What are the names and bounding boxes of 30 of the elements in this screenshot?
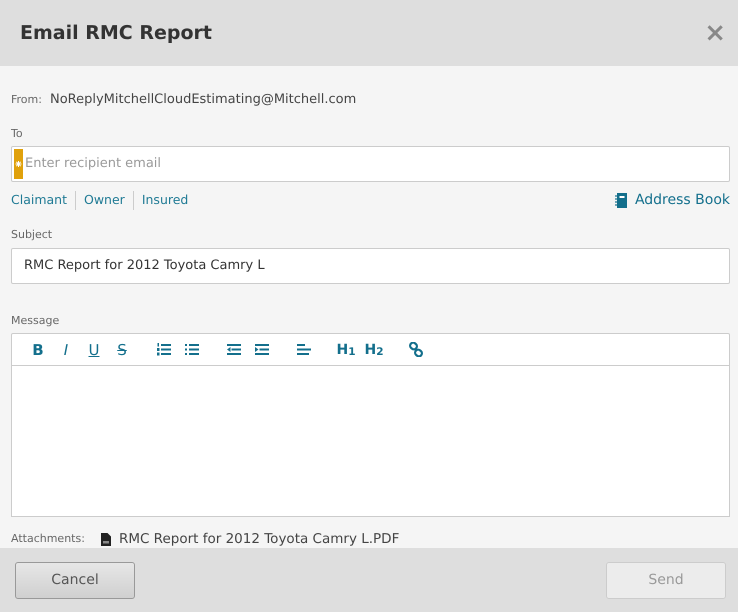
subject-field[interactable]: RMC Report for 2012 Toyota Camry L [12,248,729,282]
bold-button[interactable]: B [24,338,52,360]
to-label: To [11,126,24,142]
recipient-input[interactable]: Enter recipient email [23,154,729,174]
from-address: NoReplyMitchellCloudEstimating@Mitchell.com [50,91,356,109]
underline-button[interactable]: U [80,338,108,360]
link-icon [409,342,423,357]
recipient-field[interactable]: Enter recipient email [11,146,730,182]
address-book-link[interactable]: Address Book [614,190,730,211]
heading-button[interactable]: H$_{2}$ [360,338,388,360]
outdent-icon [227,342,241,357]
message-label: Message [11,312,60,328]
italic-button[interactable]: I [52,338,80,360]
attachment-name[interactable]: RMC Report for 2012 Toyota Camry L.PDF [118,529,400,550]
bulleted-list-icon [185,342,199,357]
recipient-link[interactable]: Claimant [11,191,75,210]
recipient-link[interactable]: Owner [75,191,133,210]
dialog-title: Email RMC Report [20,22,212,44]
subject-label: Subject [11,227,54,243]
numbered-list-icon [157,342,171,357]
from-label: From: [11,92,42,108]
recipient-link[interactable]: Insured [132,191,196,210]
indent-icon [255,342,269,357]
file-icon [100,532,111,546]
attachments-label: Attachments: [11,530,85,547]
align-left-icon [297,342,311,357]
heading-button[interactable]: H$_{1}$ [332,338,360,360]
strikethrough-button[interactable]: S [108,338,136,360]
notebook-icon [614,193,627,208]
dialog-button[interactable]: Cancel [15,562,135,598]
